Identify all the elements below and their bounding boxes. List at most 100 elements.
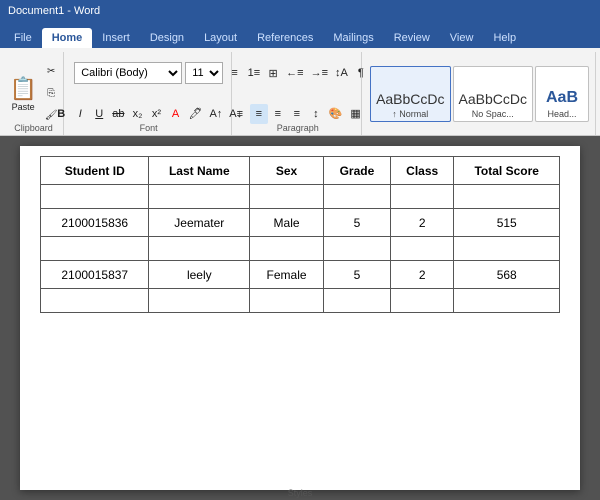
table-row (41, 289, 560, 313)
cell-empty (41, 289, 149, 313)
cell-grade: 5 (323, 261, 390, 289)
data-table: Student ID Last Name Sex Grade Class Tot… (40, 156, 560, 313)
bold-button[interactable]: B (52, 104, 70, 124)
style-nospace-label: No Spac... (472, 109, 514, 119)
align-left-button[interactable]: ≡ (231, 104, 249, 124)
cell-total-score: 568 (454, 261, 560, 289)
strikethrough-button[interactable]: ab (109, 104, 127, 124)
cell-student-id: 2100015837 (41, 261, 149, 289)
font-name-select[interactable]: Calibri (Body) (74, 62, 182, 84)
paste-button[interactable]: 📋 Paste (6, 69, 39, 119)
paste-label: Paste (12, 102, 35, 112)
cell-class: 2 (390, 209, 454, 237)
table-row (41, 237, 560, 261)
page: Student ID Last Name Sex Grade Class Tot… (20, 146, 580, 490)
decrease-indent-button[interactable]: ←≡ (283, 63, 306, 83)
cell-empty (323, 185, 390, 209)
cell-empty (149, 237, 250, 261)
cell-empty (149, 289, 250, 313)
col-class: Class (390, 157, 454, 185)
col-grade: Grade (323, 157, 390, 185)
title-text: Document1 - Word (8, 5, 100, 17)
paragraph-group: ≡ 1≡ ⊞ ←≡ →≡ ↕A ¶ ≡ ≡ ≡ ≡ ↕ 🎨 ▦ Paragrap… (234, 52, 362, 135)
multilevel-list-button[interactable]: ⊞ (264, 63, 282, 83)
cell-empty (454, 185, 560, 209)
increase-indent-button[interactable]: →≡ (308, 63, 331, 83)
font-row1: Calibri (Body) 11 (74, 54, 223, 93)
style-heading[interactable]: AaB Head... (535, 66, 589, 122)
cell-empty (454, 289, 560, 313)
superscript-button[interactable]: x² (147, 104, 165, 124)
paragraph-label: Paragraph (234, 123, 361, 133)
col-student-id: Student ID (41, 157, 149, 185)
tab-insert[interactable]: Insert (92, 28, 140, 48)
document-area: Student ID Last Name Sex Grade Class Tot… (0, 136, 600, 500)
cut-button[interactable]: ✂ (42, 62, 61, 82)
table-header-row: Student ID Last Name Sex Grade Class Tot… (41, 157, 560, 185)
font-group: Calibri (Body) 11 B I U ab x₂ x² A 🖊 A↑ … (66, 52, 232, 135)
cell-empty (250, 185, 324, 209)
ribbon-tab-bar: File Home Insert Design Layout Reference… (0, 22, 600, 48)
cell-empty (149, 185, 250, 209)
cell-empty (41, 185, 149, 209)
table-row: 2100015836 Jeemater Male 5 2 515 (41, 209, 560, 237)
cell-class: 2 (390, 261, 454, 289)
align-right-button[interactable]: ≡ (269, 104, 287, 124)
paste-icon: 📋 (9, 76, 36, 102)
font-size-select[interactable]: 11 (185, 62, 223, 84)
cell-grade: 5 (323, 209, 390, 237)
style-nospace-sample: AaBbCcDc (459, 91, 527, 107)
justify-button[interactable]: ≡ (288, 104, 306, 124)
table-row (41, 185, 560, 209)
paragraph-row1: ≡ 1≡ ⊞ ←≡ →≡ ↕A ¶ (226, 54, 370, 93)
tab-file[interactable]: File (4, 28, 42, 48)
italic-button[interactable]: I (71, 104, 89, 124)
cell-last-name: leely (149, 261, 250, 289)
tab-view[interactable]: View (440, 28, 484, 48)
numbering-button[interactable]: 1≡ (245, 63, 264, 83)
subscript-button[interactable]: x₂ (128, 104, 146, 124)
underline-button[interactable]: U (90, 104, 108, 124)
tab-layout[interactable]: Layout (194, 28, 247, 48)
border-button[interactable]: ▦ (347, 104, 365, 124)
sort-button[interactable]: ↕A (332, 63, 351, 83)
font-size-grow-button[interactable]: A↑ (206, 104, 225, 124)
cell-sex: Female (250, 261, 324, 289)
cell-total-score: 515 (454, 209, 560, 237)
style-no-spacing[interactable]: AaBbCcDc No Spac... (453, 66, 533, 122)
style-heading-sample: AaB (546, 89, 578, 107)
cell-empty (250, 237, 324, 261)
tab-references[interactable]: References (247, 28, 323, 48)
col-sex: Sex (250, 157, 324, 185)
style-heading-label: Head... (547, 109, 576, 119)
cell-empty (390, 237, 454, 261)
styles-group: AaBbCcDc ↑ Normal AaBbCcDc No Spac... Aa… (364, 52, 596, 135)
tab-home[interactable]: Home (42, 28, 93, 48)
tab-design[interactable]: Design (140, 28, 194, 48)
cell-empty (323, 289, 390, 313)
cell-last-name: Jeemater (149, 209, 250, 237)
styles-label: Styles (0, 488, 600, 498)
bullets-button[interactable]: ≡ (226, 63, 244, 83)
title-bar: Document1 - Word (0, 0, 600, 22)
align-center-button[interactable]: ≡ (250, 104, 268, 124)
line-spacing-button[interactable]: ↕ (307, 104, 325, 124)
style-normal-label: ↑ Normal (392, 109, 428, 119)
font-color-button[interactable]: A (166, 104, 184, 124)
style-normal[interactable]: AaBbCcDc ↑ Normal (370, 66, 450, 122)
cell-empty (323, 237, 390, 261)
tab-review[interactable]: Review (384, 28, 440, 48)
cell-empty (390, 185, 454, 209)
col-last-name: Last Name (149, 157, 250, 185)
show-marks-button[interactable]: ¶ (352, 63, 370, 83)
cell-empty (41, 237, 149, 261)
tab-help[interactable]: Help (483, 28, 526, 48)
shading-button[interactable]: 🎨 (326, 104, 346, 124)
ribbon: 📋 Paste ✂ ⎘ 🖌 Clipboard Calibri (Body) 1… (0, 48, 600, 136)
cell-sex: Male (250, 209, 324, 237)
cell-student-id: 2100015836 (41, 209, 149, 237)
style-normal-sample: AaBbCcDc (376, 91, 444, 107)
highlight-button[interactable]: 🖊 (185, 104, 205, 124)
tab-mailings[interactable]: Mailings (323, 28, 383, 48)
cell-empty (390, 289, 454, 313)
